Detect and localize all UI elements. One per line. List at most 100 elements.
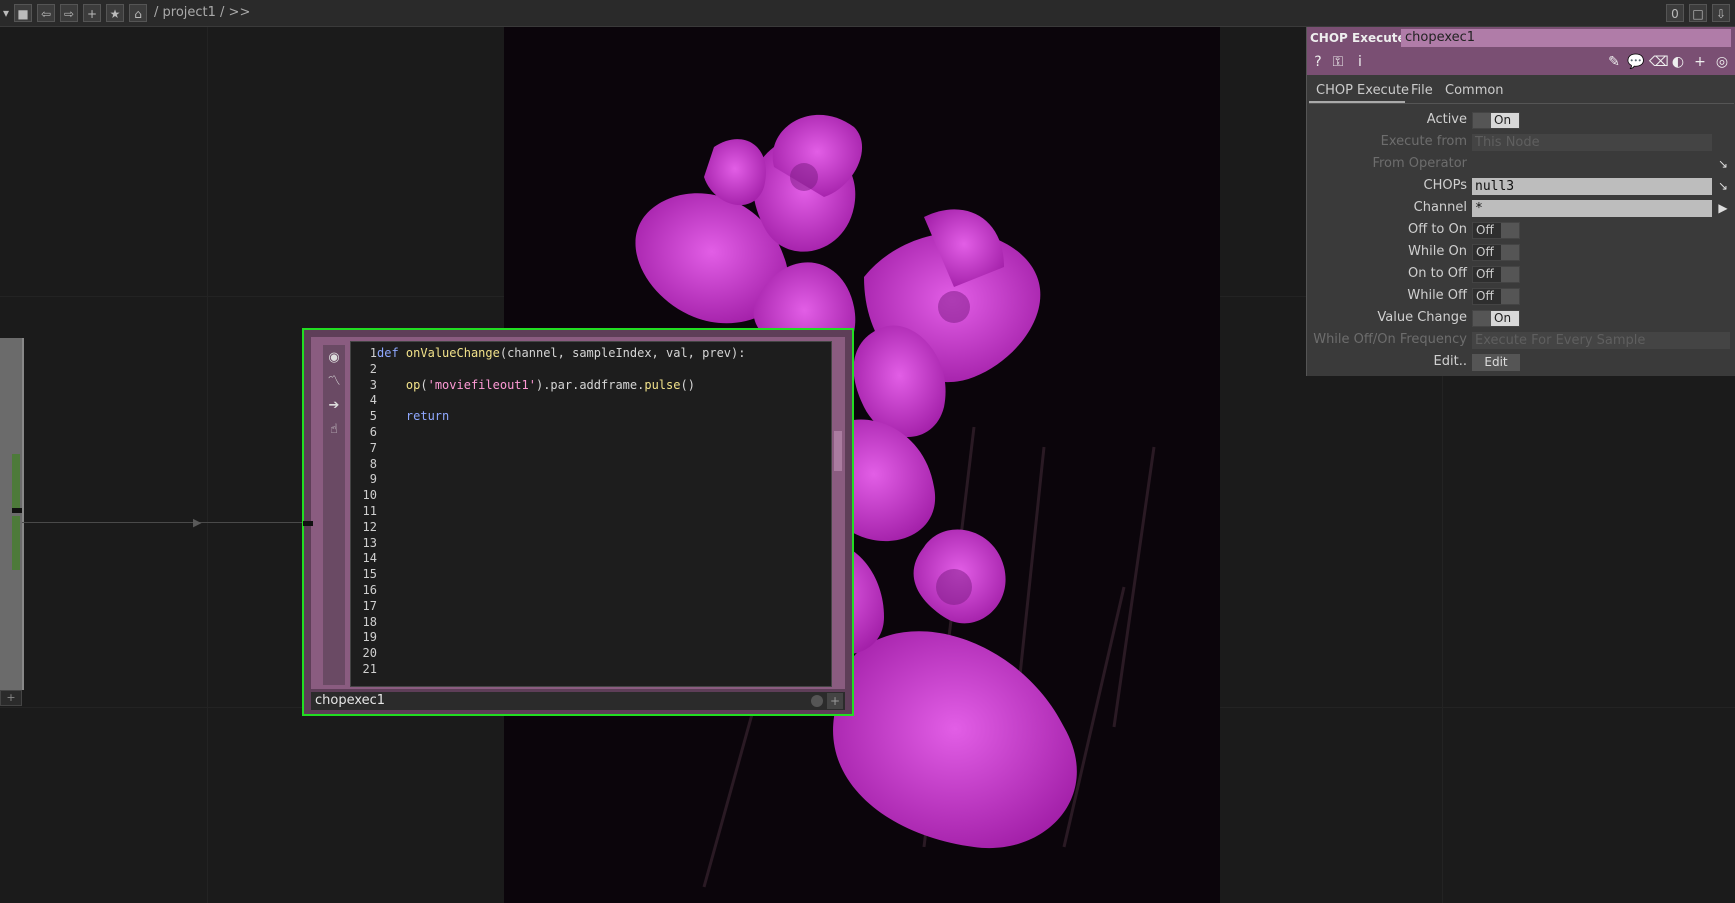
output-connector[interactable] [12, 508, 22, 513]
code-editor[interactable]: 1 def onValueChange(channel, sampleIndex,… [350, 341, 832, 687]
back-icon[interactable]: ⇦ [37, 4, 55, 22]
comment-icon[interactable]: 💬 [1627, 53, 1645, 71]
node-viewer-strip [12, 516, 20, 570]
stop-icon[interactable]: ■ [14, 4, 32, 22]
active-toggle[interactable]: On [1472, 112, 1520, 129]
home-icon[interactable]: ⌂ [129, 4, 147, 22]
download-icon[interactable]: ⇩ [1712, 4, 1730, 22]
line-number: 15 [362, 567, 377, 582]
while-off-toggle[interactable]: Off [1472, 288, 1520, 305]
line-number: 6 [369, 425, 377, 439]
code-line[interactable]: return [377, 409, 449, 423]
connection-wire [22, 522, 304, 523]
node-body: ◉ 〽 ➔ ☝ 1 def onValueChange(channel, samp… [303, 337, 845, 689]
code-line[interactable]: def onValueChange(channel, sampleIndex, … [377, 346, 745, 360]
line-number: 20 [362, 646, 377, 661]
network-path-breadcrumb[interactable]: / project1 / >> [154, 5, 250, 20]
eraser-icon[interactable]: ⌫ [1649, 53, 1669, 71]
panel-header: CHOP Execute chopexec1 [1307, 27, 1735, 49]
star-icon[interactable]: ★ [106, 4, 124, 22]
node-viewer-strip [12, 454, 20, 508]
edit-button[interactable]: Edit [1472, 354, 1520, 371]
param-label-execute-from: Execute from [1380, 134, 1467, 149]
bypass-flag-icon[interactable]: 〽 [325, 373, 343, 391]
chopexec-node[interactable]: ◉ 〽 ➔ ☝ 1 def onValueChange(channel, samp… [302, 328, 854, 716]
line-number: 16 [362, 583, 377, 597]
lock-flag-icon[interactable]: ☝ [325, 421, 343, 439]
line-number: 5 [369, 409, 377, 424]
node-plus-icon[interactable]: + [827, 693, 843, 709]
tab-chop-execute[interactable]: CHOP Execute [1316, 83, 1409, 98]
param-label-from-operator: From Operator [1372, 156, 1467, 171]
counter-display: 0 [1666, 4, 1684, 22]
code-line[interactable]: op('moviefileout1').par.addframe.pulse() [377, 378, 695, 392]
panel-toolbar: ? ⚿ i ✎ 💬 ⌫ ◐ + ◎ [1307, 49, 1735, 75]
viewer-flag-icon[interactable]: ◉ [325, 349, 343, 367]
input-connector[interactable] [303, 521, 313, 526]
node-name-label[interactable]: chopexec1 [315, 693, 385, 708]
panel-tabs: CHOP Execute File Common [1307, 79, 1735, 103]
line-number: 18 [362, 614, 377, 629]
pencil-icon[interactable]: ✎ [1605, 53, 1623, 71]
tab-common[interactable]: Common [1445, 83, 1504, 98]
on-to-off-value: Off [1473, 267, 1501, 282]
param-label-off-to-on: Off to On [1408, 222, 1467, 237]
while-on-toggle[interactable]: Off [1472, 244, 1520, 261]
line-number: 10 [362, 488, 377, 503]
param-label-channel: Channel [1413, 200, 1467, 215]
menu-arrow-icon[interactable]: ▾ [2, 4, 10, 22]
plus-icon[interactable]: + [83, 4, 101, 22]
chops-arrow-icon[interactable]: ↘ [1714, 178, 1732, 195]
channel-menu-icon[interactable]: ▶ [1714, 200, 1732, 217]
line-number: 4 [369, 393, 377, 408]
line-number: 3 [369, 377, 377, 392]
while-off-value: Off [1473, 289, 1501, 304]
scrollbar-thumb[interactable] [834, 431, 842, 471]
param-label-active: Active [1426, 112, 1467, 127]
value-change-toggle[interactable]: On [1472, 310, 1520, 327]
while-on-value: Off [1473, 245, 1501, 260]
value-change-value: On [1491, 311, 1519, 326]
export-flag-icon[interactable]: ➔ [325, 397, 343, 415]
network-toolbar: ▾ ■ ⇦ ⇨ + ★ ⌂ / project1 / >> 0 □ ⇩ [0, 0, 1735, 27]
grid-line [207, 27, 208, 903]
from-operator-arrow-icon[interactable]: ↘ [1714, 156, 1732, 173]
on-to-off-toggle[interactable]: Off [1472, 266, 1520, 283]
editor-scrollbar[interactable] [834, 341, 842, 685]
line-number: 21 [362, 662, 377, 676]
off-to-on-value: Off [1473, 223, 1501, 238]
add-icon[interactable]: + [1691, 53, 1709, 71]
line-number: 7 [369, 440, 377, 455]
node-footer: chopexec1 + [311, 692, 845, 710]
left-node-plus-icon[interactable]: + [0, 690, 22, 706]
operator-name-field[interactable]: chopexec1 [1401, 29, 1731, 47]
help-icon[interactable]: ? [1309, 53, 1327, 71]
line-number: 1 [369, 346, 377, 360]
while-frequency-menu[interactable]: Execute For Every Sample [1472, 332, 1730, 349]
line-number: 12 [362, 519, 377, 534]
line-number: 11 [362, 504, 377, 518]
maximize-icon[interactable]: □ [1689, 4, 1707, 22]
forward-icon[interactable]: ⇨ [60, 4, 78, 22]
wire-arrow-icon: ▶ [193, 516, 202, 529]
operator-type-label: CHOP Execute [1310, 31, 1406, 45]
python-icon[interactable]: ◐ [1669, 53, 1687, 71]
param-label-while-frequency: While Off/On Frequency [1313, 332, 1467, 347]
param-label-while-off: While Off [1407, 288, 1467, 303]
info-icon[interactable]: i [1351, 53, 1369, 71]
param-label-on-to-off: On to Off [1408, 266, 1467, 281]
tab-file[interactable]: File [1411, 83, 1433, 98]
parameter-panel: CHOP Execute chopexec1 ? ⚿ i ✎ 💬 ⌫ ◐ + ◎… [1306, 27, 1735, 376]
line-number: 17 [362, 598, 377, 613]
param-label-chops: CHOPs [1423, 178, 1467, 193]
target-icon[interactable]: ◎ [1713, 53, 1731, 71]
off-to-on-toggle[interactable]: Off [1472, 222, 1520, 239]
active-toggle-value: On [1491, 113, 1519, 128]
chops-field[interactable]: null3 [1472, 178, 1712, 195]
param-label-edit: Edit.. [1433, 354, 1467, 369]
left-node-partial[interactable] [0, 338, 24, 690]
line-number: 14 [362, 551, 377, 566]
python-help-icon[interactable]: ⚿ [1329, 53, 1347, 71]
execute-from-menu[interactable]: This Node [1472, 134, 1712, 151]
channel-field[interactable]: * [1472, 200, 1712, 217]
